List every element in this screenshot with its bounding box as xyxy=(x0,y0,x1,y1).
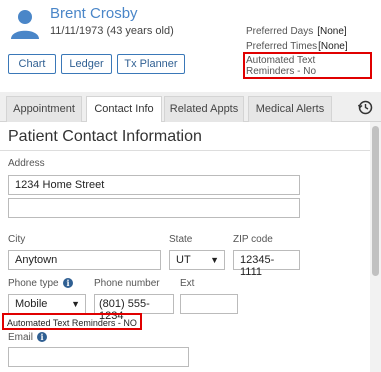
preferred-times: Preferred Times[None] xyxy=(246,41,348,52)
ext-input[interactable] xyxy=(180,294,238,314)
city-input[interactable]: Anytown xyxy=(8,250,161,270)
user-avatar-icon xyxy=(11,10,39,39)
phone-number-input[interactable]: (801) 555-1234 xyxy=(94,294,174,322)
tx-planner-button[interactable]: Tx Planner xyxy=(117,54,185,74)
preferred-times-value: [None] xyxy=(318,41,348,52)
state-label: State xyxy=(169,234,193,245)
preferred-days-value: [None] xyxy=(317,26,347,37)
tab-contact-info[interactable]: Contact Info xyxy=(86,96,162,123)
address-line2-input[interactable] xyxy=(8,198,300,218)
preferred-times-label: Preferred Times xyxy=(246,41,318,52)
highlight-box-header xyxy=(243,52,372,79)
preferred-days: Preferred Days [None] xyxy=(246,26,347,37)
history-clock-icon[interactable] xyxy=(357,99,373,115)
patient-header: Brent Crosby 11/11/1973 (43 years old) C… xyxy=(0,0,381,92)
patient-name[interactable]: Brent Crosby xyxy=(50,5,138,22)
section-divider xyxy=(0,150,370,151)
preferred-days-label: Preferred Days xyxy=(246,26,314,37)
state-select[interactable]: UT ▼ xyxy=(169,250,225,270)
zip-label: ZIP code xyxy=(233,234,273,245)
tab-medical-alerts[interactable]: Medical Alerts xyxy=(248,96,332,122)
contact-info-panel: Patient Contact Information Address 1234… xyxy=(0,122,370,372)
zip-input[interactable]: 12345-1111 xyxy=(233,250,300,278)
scrollbar-thumb[interactable] xyxy=(372,126,379,276)
city-label: City xyxy=(8,234,26,245)
tab-bar: Appointment Contact Info Related Appts M… xyxy=(0,92,381,123)
highlight-box-inline xyxy=(2,313,142,330)
state-select-value: UT xyxy=(176,254,191,266)
info-icon[interactable]: i xyxy=(37,332,47,342)
address-label: Address xyxy=(8,158,45,169)
phone-type-select-value: Mobile xyxy=(15,298,48,310)
info-icon[interactable]: i xyxy=(63,278,73,288)
ext-label: Ext xyxy=(180,278,195,289)
tab-appointment[interactable]: Appointment xyxy=(6,96,82,122)
chart-button[interactable]: Chart xyxy=(8,54,56,74)
email-label: Email xyxy=(8,332,34,343)
ledger-button[interactable]: Ledger xyxy=(61,54,112,74)
phone-type-select[interactable]: Mobile ▼ xyxy=(8,294,86,314)
phone-number-label: Phone number xyxy=(94,278,160,289)
patient-dob: 11/11/1973 (43 years old) xyxy=(50,25,174,37)
address-line1-input[interactable]: 1234 Home Street xyxy=(8,175,300,195)
chevron-down-icon: ▼ xyxy=(210,255,219,265)
email-input[interactable] xyxy=(8,347,189,367)
phone-type-label: Phone type xyxy=(8,278,59,289)
vertical-scrollbar[interactable] xyxy=(370,122,381,372)
chevron-down-icon: ▼ xyxy=(71,299,80,309)
section-title: Patient Contact Information xyxy=(8,128,202,145)
tab-related-appts[interactable]: Related Appts xyxy=(164,96,244,122)
